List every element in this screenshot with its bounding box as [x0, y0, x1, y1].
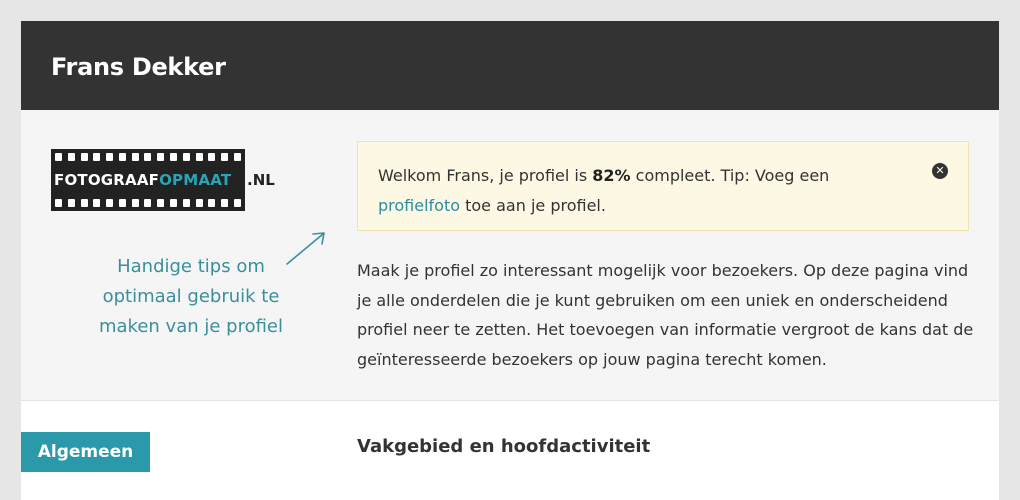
close-icon[interactable]: ✕: [932, 163, 948, 179]
logo-text: FOTOGRAAFOPMAAT: [54, 171, 232, 189]
profile-photo-link[interactable]: profielfoto: [378, 196, 460, 215]
page-title: Frans Dekker: [51, 53, 226, 81]
completion-percent: 82%: [592, 166, 631, 185]
sprockets-top: [55, 153, 241, 161]
logo[interactable]: FOTOGRAAFOPMAAT .NL: [51, 149, 276, 211]
film-strip: FOTOGRAAFOPMAAT: [51, 149, 245, 211]
logo-tld: .NL: [247, 171, 275, 189]
section-title: Vakgebied en hoofdactiviteit: [357, 436, 651, 457]
profile-completion-alert: Welkom Frans, je profiel is 82% compleet…: [357, 141, 969, 231]
intro-description: Maak je profiel zo interessant mogelijk …: [357, 261, 974, 369]
tips-text: Handige tips om optimaal gebruik te make…: [98, 256, 284, 337]
sprockets-bottom: [55, 199, 241, 207]
tab-algemeen[interactable]: Algemeen: [21, 432, 150, 472]
intro-section: FOTOGRAAFOPMAAT .NL Handige tips om opti…: [21, 110, 999, 401]
profile-panel: Frans Dekker FOTOGRAAFOPMAAT .NL Handige…: [21, 21, 999, 500]
page-header: Frans Dekker: [21, 21, 999, 110]
